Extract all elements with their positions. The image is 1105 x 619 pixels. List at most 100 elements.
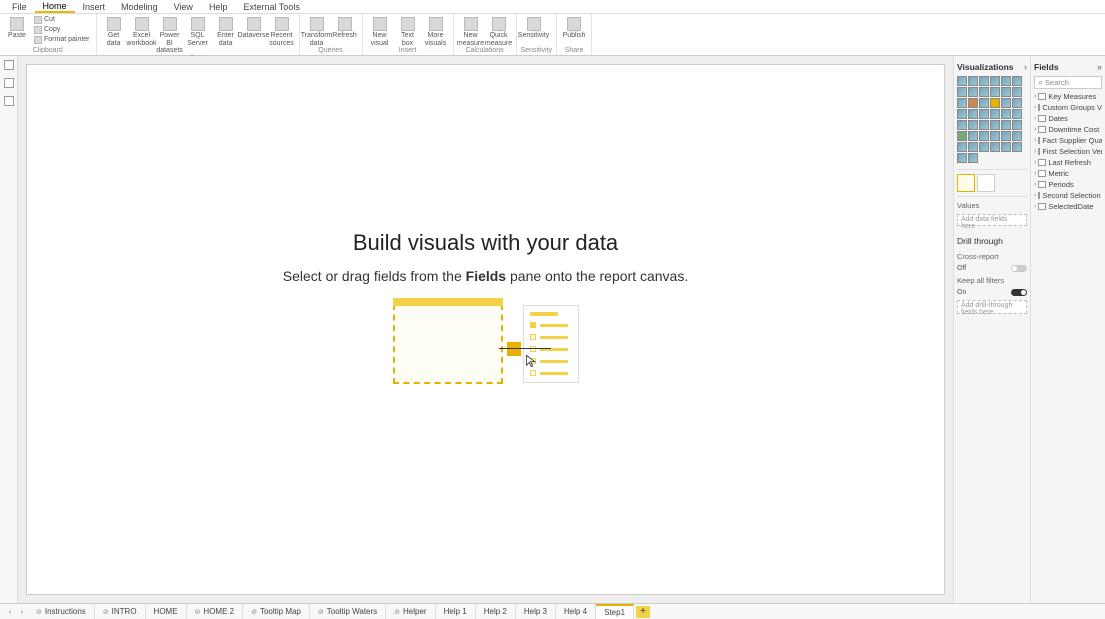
ribbon-refresh-button[interactable]: Refresh bbox=[332, 15, 358, 40]
viz-type-31[interactable] bbox=[968, 131, 978, 141]
viz-type-30[interactable] bbox=[957, 131, 967, 141]
page-tab-home[interactable]: HOME bbox=[146, 604, 187, 619]
ribbon-new-measure-button[interactable]: New measure bbox=[458, 15, 484, 47]
drill-dropzone[interactable]: Add drill-through fields here bbox=[957, 300, 1027, 314]
field-table-last-refresh[interactable]: ›Last Refresh bbox=[1034, 157, 1102, 168]
viz-type-22[interactable] bbox=[1001, 109, 1011, 119]
field-table-selecteddate[interactable]: ›SelectedDate bbox=[1034, 201, 1102, 212]
ribbon-dataverse-button[interactable]: Dataverse bbox=[241, 15, 267, 40]
fields-panel-title[interactable]: Fields» bbox=[1034, 60, 1102, 74]
field-table-second-selection-vendor[interactable]: ›Second Selection Vendor bbox=[1034, 190, 1102, 201]
viz-panel-title[interactable]: Visualizations› bbox=[957, 60, 1027, 74]
menu-external-tools[interactable]: External Tools bbox=[235, 2, 307, 12]
fields-search-input[interactable]: Search bbox=[1034, 76, 1102, 89]
viz-type-26[interactable] bbox=[979, 120, 989, 130]
viz-type-32[interactable] bbox=[979, 131, 989, 141]
viz-type-7[interactable] bbox=[968, 87, 978, 97]
viz-type-41[interactable] bbox=[1012, 142, 1022, 152]
viz-type-8[interactable] bbox=[979, 87, 989, 97]
page-tab-help-4[interactable]: Help 4 bbox=[556, 604, 596, 619]
viz-type-17[interactable] bbox=[1012, 98, 1022, 108]
viz-type-28[interactable] bbox=[1001, 120, 1011, 130]
viz-type-4[interactable] bbox=[1001, 76, 1011, 86]
viz-type-43[interactable] bbox=[968, 153, 978, 163]
viz-type-14[interactable] bbox=[979, 98, 989, 108]
viz-type-24[interactable] bbox=[957, 120, 967, 130]
viz-type-1[interactable] bbox=[968, 76, 978, 86]
ribbon-paste-button[interactable]: Paste bbox=[4, 15, 30, 40]
viz-type-16[interactable] bbox=[1001, 98, 1011, 108]
ribbon-new-visual-button[interactable]: New visual bbox=[367, 15, 393, 47]
field-table-first-selection-vendor[interactable]: ›First Selection Vendor bbox=[1034, 146, 1102, 157]
page-tab-intro[interactable]: ⊘INTRO bbox=[95, 604, 146, 619]
fields-tab-icon[interactable] bbox=[957, 174, 975, 192]
ribbon-excel-workbook-button[interactable]: Excel workbook bbox=[129, 15, 155, 47]
ribbon-recent-sources-button[interactable]: Recent sources bbox=[269, 15, 295, 47]
viz-type-27[interactable] bbox=[990, 120, 1000, 130]
viz-type-39[interactable] bbox=[990, 142, 1000, 152]
field-table-metric[interactable]: ›Metric bbox=[1034, 168, 1102, 179]
page-tab-help-3[interactable]: Help 3 bbox=[516, 604, 556, 619]
viz-type-40[interactable] bbox=[1001, 142, 1011, 152]
viz-type-12[interactable] bbox=[957, 98, 967, 108]
viz-type-2[interactable] bbox=[979, 76, 989, 86]
model-view-icon[interactable] bbox=[4, 96, 14, 106]
cross-report-toggle[interactable] bbox=[1011, 265, 1027, 272]
ribbon-transform-data-button[interactable]: Transform data bbox=[304, 15, 330, 47]
report-view-icon[interactable] bbox=[4, 60, 14, 70]
keep-all-toggle[interactable] bbox=[1011, 289, 1027, 296]
field-table-key-measures[interactable]: ›Key Measures bbox=[1034, 91, 1102, 102]
ribbon-cut-button[interactable]: Cut bbox=[32, 15, 92, 25]
viz-type-5[interactable] bbox=[1012, 76, 1022, 86]
viz-type-10[interactable] bbox=[1001, 87, 1011, 97]
page-tab-helper[interactable]: ⊘Helper bbox=[386, 604, 435, 619]
field-table-fact-supplier-quality[interactable]: ›Fact Supplier Quality bbox=[1034, 135, 1102, 146]
viz-type-11[interactable] bbox=[1012, 87, 1022, 97]
values-dropzone[interactable]: Add data fields here bbox=[957, 214, 1027, 226]
page-tab-home-2[interactable]: ⊘HOME 2 bbox=[187, 604, 244, 619]
tabs-next-icon[interactable]: › bbox=[16, 607, 28, 616]
field-table-dates[interactable]: ›Dates bbox=[1034, 113, 1102, 124]
ribbon-enter-data-button[interactable]: Enter data bbox=[213, 15, 239, 47]
viz-type-33[interactable] bbox=[990, 131, 1000, 141]
viz-type-13[interactable] bbox=[968, 98, 978, 108]
page-tab-step1[interactable]: Step1 bbox=[596, 604, 634, 619]
ribbon-publish-button[interactable]: Publish bbox=[561, 15, 587, 40]
viz-type-42[interactable] bbox=[957, 153, 967, 163]
ribbon-more-visuals-button[interactable]: More visuals bbox=[423, 15, 449, 47]
ribbon-get-data-button[interactable]: Get data bbox=[101, 15, 127, 47]
page-tab-help-2[interactable]: Help 2 bbox=[476, 604, 516, 619]
menu-view[interactable]: View bbox=[166, 2, 201, 12]
viz-type-9[interactable] bbox=[990, 87, 1000, 97]
viz-type-36[interactable] bbox=[957, 142, 967, 152]
ribbon-format-painter-button[interactable]: Format painter bbox=[32, 35, 92, 45]
add-page-button[interactable]: + bbox=[636, 606, 650, 618]
menu-modeling[interactable]: Modeling bbox=[113, 2, 166, 12]
menu-home[interactable]: Home bbox=[35, 1, 75, 13]
format-tab-icon[interactable] bbox=[977, 174, 995, 192]
menu-file[interactable]: File bbox=[4, 2, 35, 12]
viz-type-19[interactable] bbox=[968, 109, 978, 119]
ribbon-quick-measure-button[interactable]: Quick measure bbox=[486, 15, 512, 47]
report-canvas[interactable]: Build visuals with your data Select or d… bbox=[26, 64, 945, 595]
viz-type-25[interactable] bbox=[968, 120, 978, 130]
tabs-prev-icon[interactable]: ‹ bbox=[4, 607, 16, 616]
viz-type-34[interactable] bbox=[1001, 131, 1011, 141]
viz-type-21[interactable] bbox=[990, 109, 1000, 119]
page-tab-help-1[interactable]: Help 1 bbox=[436, 604, 476, 619]
page-tab-instructions[interactable]: ⊘Instructions bbox=[28, 604, 95, 619]
field-table-periods[interactable]: ›Periods bbox=[1034, 179, 1102, 190]
field-table-custom-groups-vendor[interactable]: ›Custom Groups Vendor bbox=[1034, 102, 1102, 113]
viz-type-0[interactable] bbox=[957, 76, 967, 86]
viz-type-18[interactable] bbox=[957, 109, 967, 119]
viz-type-15[interactable] bbox=[990, 98, 1000, 108]
ribbon-copy-button[interactable]: Copy bbox=[32, 25, 92, 35]
viz-type-38[interactable] bbox=[979, 142, 989, 152]
viz-type-37[interactable] bbox=[968, 142, 978, 152]
data-view-icon[interactable] bbox=[4, 78, 14, 88]
ribbon-text-box-button[interactable]: Text box bbox=[395, 15, 421, 47]
viz-type-3[interactable] bbox=[990, 76, 1000, 86]
viz-type-6[interactable] bbox=[957, 87, 967, 97]
ribbon-sensitivity-button[interactable]: Sensitivity bbox=[521, 15, 547, 40]
viz-type-35[interactable] bbox=[1012, 131, 1022, 141]
